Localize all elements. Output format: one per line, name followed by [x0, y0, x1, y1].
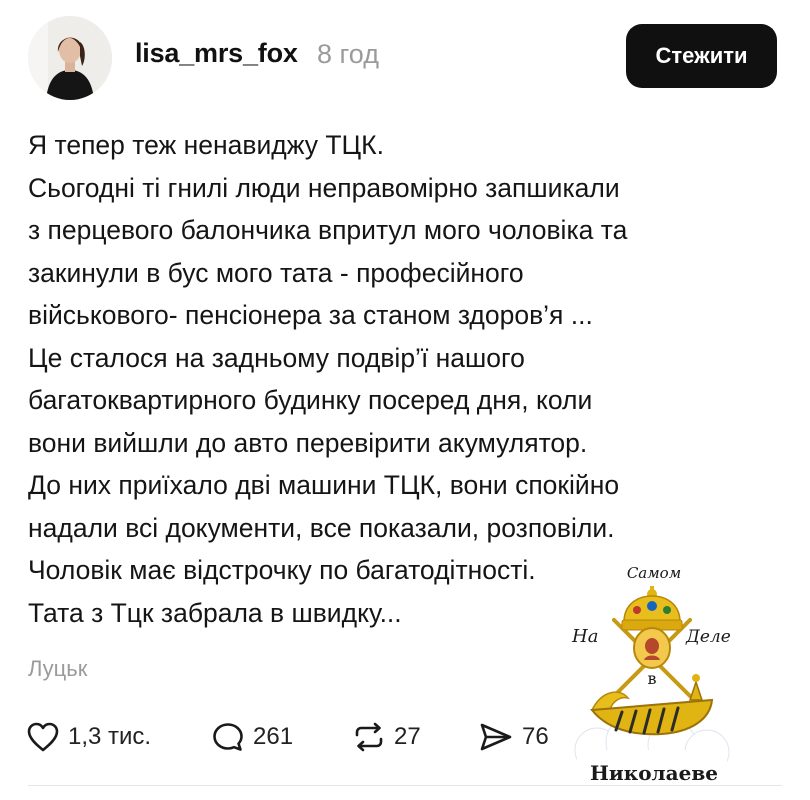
like-count: 1,3 тис. — [68, 723, 152, 750]
post-text-line: Я тепер теж ненавиджу ТЦК. — [28, 130, 384, 160]
post-text: Я тепер теж ненавиджу ТЦК. Сьогодні ті г… — [28, 124, 768, 634]
avatar-photo — [28, 16, 112, 100]
repost-button[interactable]: 27 — [352, 712, 421, 762]
post-header: lisa_mrs_fox 8 год Стежити — [0, 0, 810, 110]
share-count: 76 — [522, 723, 549, 750]
watermark-text-right: Деле — [685, 627, 731, 647]
heart-icon — [27, 722, 59, 752]
comment-button[interactable]: 261 — [211, 712, 293, 762]
repost-icon — [355, 722, 383, 752]
post-text-line: До них приїхало дві машини ТЦК, вони спо… — [28, 470, 620, 500]
like-button[interactable]: 1,3 тис. — [26, 712, 151, 762]
watermark-logo: Самом На Деле в Николаеве — [571, 564, 731, 785]
send-icon — [480, 723, 512, 751]
repost-count: 27 — [394, 723, 421, 750]
post-time: 8 год — [317, 39, 379, 69]
post-text-line: надали всі документи, все показали, розп… — [28, 512, 615, 543]
share-button[interactable]: 76 — [478, 712, 549, 762]
post-text-line: закинули в бус мого тата - професійного — [28, 257, 524, 288]
post-text-line: військового- пенсіонера за станом здоров… — [28, 300, 593, 330]
avatar[interactable] — [28, 16, 112, 100]
post-text-line: багатоквартирного будинку посеред дня, к… — [28, 385, 593, 415]
post-text-line: Це сталося на задньому подвір’ї нашого — [28, 342, 525, 373]
post-text-line: вони вийшли до авто перевірити акумулято… — [28, 427, 588, 458]
watermark-text-top: Самом — [627, 564, 681, 582]
post-author[interactable]: lisa_mrs_fox — [135, 38, 298, 69]
post-text-line: з перцевого балончика впритул мого чолов… — [28, 215, 628, 245]
post-text-line: Сьогодні ті гнилі люди неправомірно запш… — [28, 172, 620, 203]
post-location[interactable]: Луцьк — [28, 656, 87, 682]
comment-icon — [213, 723, 243, 751]
comment-count: 261 — [253, 723, 294, 750]
watermark-text-middle: в — [647, 669, 656, 688]
watermark-text-left: На — [571, 626, 598, 647]
follow-button[interactable]: Стежити — [626, 24, 777, 88]
watermark-text-bottom: Николаеве — [590, 761, 718, 785]
